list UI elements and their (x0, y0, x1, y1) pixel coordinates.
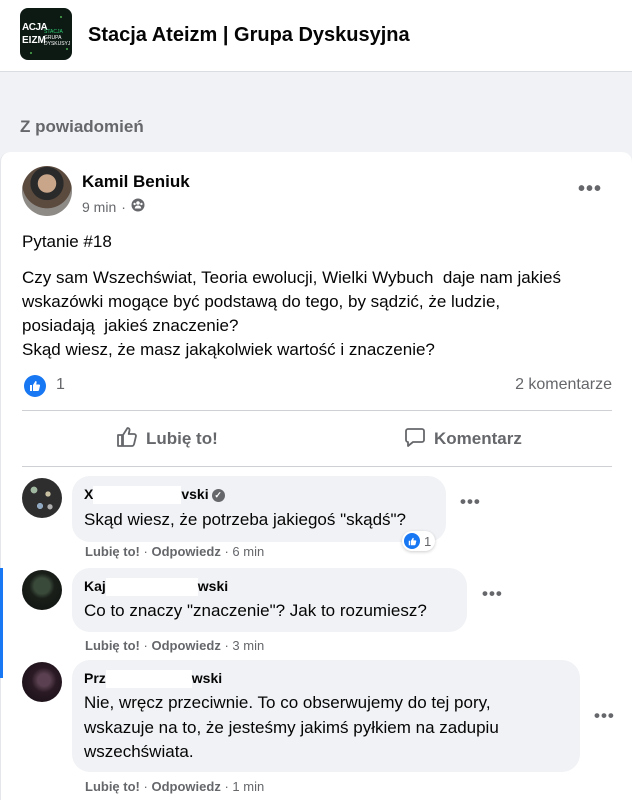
avatar[interactable] (22, 570, 62, 610)
comment-actions: Lubię to! · Odpowiedz · 3 min (85, 638, 265, 653)
comment-time[interactable]: 1 min (232, 779, 264, 794)
post-time[interactable]: 9 min (82, 199, 116, 215)
logo-star (60, 16, 62, 18)
group-icon (131, 198, 145, 215)
logo-text: GRUPA DYSKUSYJ (44, 35, 71, 47)
more-options-icon[interactable]: ••• (460, 492, 481, 512)
comment-bubble: Prz wski Nie, wręcz przeciwnie. To co obs… (72, 660, 580, 772)
section-label: Z powiadomień (20, 117, 144, 136)
post-body-line: posiadają jakieś znaczenie? (22, 316, 239, 335)
avatar[interactable] (22, 166, 72, 216)
comment-author[interactable]: Prz wski (84, 670, 222, 689)
comment-text: wszechświata. (84, 742, 194, 761)
thumbs-up-icon (116, 426, 138, 453)
comment-bubble: Xvski ✓ Skąd wiesz, że potrzeba jakiegoś … (72, 476, 446, 542)
more-options-icon[interactable]: ••• (594, 706, 615, 726)
like-reaction-icon[interactable] (24, 375, 46, 397)
comments-count[interactable]: 2 komentarze (515, 376, 612, 394)
comment-actions: Lubię to! · Odpowiedz · 6 min (85, 544, 265, 559)
divider (22, 410, 612, 411)
avatar[interactable] (22, 478, 62, 518)
comment-actions: Lubię to! · Odpowiedz · 1 min (85, 779, 265, 794)
post-body-line: Czy sam Wszechświat, Teoria ewolucji, Wi… (22, 268, 561, 287)
group-header: ACJA EIZM STACJA GRUPA DYSKUSYJ Stacja A… (0, 0, 632, 72)
redaction-mask (105, 578, 198, 597)
comment-reply-link[interactable]: Odpowiedz (151, 638, 220, 653)
post-meta: 9 min · (82, 198, 145, 215)
comment-reply-link[interactable]: Odpowiedz (151, 544, 220, 559)
comment-time[interactable]: 6 min (232, 544, 264, 559)
logo-star (66, 48, 68, 50)
comment-bubble: Kaj wski Co to znaczy "znaczenie"? Jak to… (72, 568, 467, 632)
comment-time[interactable]: 3 min (232, 638, 264, 653)
group-logo[interactable]: ACJA EIZM STACJA GRUPA DYSKUSYJ (20, 8, 72, 60)
reply-thread-line (0, 568, 3, 678)
more-options-icon[interactable]: ••• (578, 178, 602, 201)
redaction-mask (105, 670, 192, 689)
more-options-icon[interactable]: ••• (482, 584, 503, 604)
comment-bubble-icon (404, 426, 426, 453)
verified-badge-icon: ✓ (211, 488, 225, 502)
comment-button[interactable]: Komentarz (404, 420, 522, 458)
divider (22, 466, 612, 467)
reaction-count[interactable]: 1 (56, 376, 65, 394)
redaction-mask (93, 486, 182, 505)
comment-text: Nie, wręcz przeciwnie. To co obserwujemy… (84, 693, 491, 712)
comment-text: Co to znaczy "znaczenie"? Jak to rozumie… (84, 601, 427, 620)
like-button-label: Lubię to! (146, 429, 218, 448)
comment-author[interactable]: Xvski ✓ (84, 486, 225, 505)
comment-reply-link[interactable]: Odpowiedz (151, 779, 220, 794)
avatar[interactable] (22, 662, 62, 702)
comment-reaction[interactable]: 1 (402, 531, 436, 551)
comment-like-link[interactable]: Lubię to! (85, 779, 140, 794)
post-author[interactable]: Kamil Beniuk (82, 172, 190, 192)
like-reaction-icon (404, 533, 420, 549)
comment-button-label: Komentarz (434, 429, 522, 448)
comment-like-link[interactable]: Lubię to! (85, 638, 140, 653)
group-name[interactable]: Stacja Ateizm | Grupa Dyskusyjna (88, 24, 410, 47)
comment-text: wskazuje na to, że jesteśmy jakimś pyłki… (84, 718, 499, 737)
post-body-line: Skąd wiesz, że masz jakąkolwiek wartość … (22, 340, 435, 359)
post-body-line: wskazówki mogące być podstawą do tego, b… (22, 292, 501, 311)
comment-like-link[interactable]: Lubię to! (85, 544, 140, 559)
like-button[interactable]: Lubię to! (116, 420, 218, 458)
separator: · (121, 198, 126, 215)
logo-text: EIZM (22, 35, 46, 46)
comment-text: Skąd wiesz, że potrzeba jakiegoś "skądś"… (84, 510, 407, 529)
comment-reaction-count: 1 (424, 533, 432, 549)
post-title: Pytanie #18 (22, 232, 112, 251)
logo-star (30, 52, 32, 54)
comment-author[interactable]: Kaj wski (84, 578, 228, 597)
